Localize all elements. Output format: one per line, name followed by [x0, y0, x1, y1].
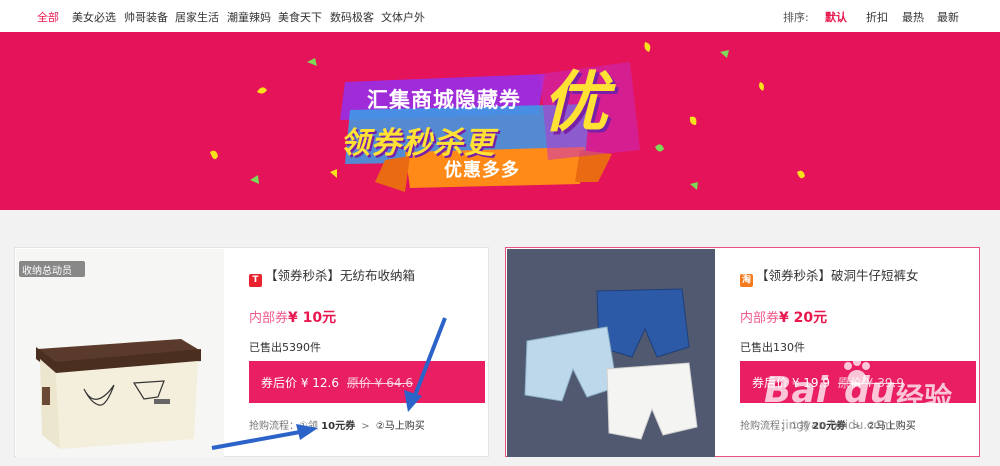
product-info: 淘【领券秒杀】破洞牛仔短裤女 内部券¥ 20元 已售出130件 券后价 ¥ 19… [740, 248, 980, 456]
flow-label: 抢购流程： [249, 421, 299, 432]
product-title[interactable]: 【领券秒杀】无纺布收纳箱 [265, 268, 415, 283]
product-card[interactable]: 收纳总动员 T 【领券秒杀】无纺布收纳箱 内部券¥ 10元 已售出5390件 券后… [14, 247, 489, 457]
promo-banner[interactable]: 汇集商城隐藏券 领券秒杀更 优 优惠多多 [0, 32, 1000, 210]
category-men[interactable]: 帅哥装备 [124, 9, 168, 25]
banner-line1: 汇集商城隐藏券 [367, 88, 521, 112]
step1-prefix: ①领 [299, 421, 318, 432]
after-coupon-price: 券后价 ¥ 12.6 [261, 376, 339, 390]
product-info: T 【领券秒杀】无纺布收纳箱 内部券¥ 10元 已售出5390件 券后价 ¥ 12… [249, 248, 489, 456]
taobao-icon: 淘 [740, 274, 753, 287]
sold-count: 已售出5390件 [249, 341, 321, 354]
sort-newest[interactable]: 最新 [937, 9, 959, 25]
get-coupon-step[interactable]: ①领 20元券 [790, 421, 846, 432]
coupon-label: 内部券 [249, 311, 289, 326]
top-nav: 全部 美女必选 帅哥装备 居家生活 潮童辣妈 美食天下 数码极客 文体户外 排序… [0, 0, 1000, 32]
buy-now-step[interactable]: ②马上购买 [867, 421, 916, 432]
original-price: 原价 ¥ 64.6 [346, 376, 413, 390]
chevron-right-icon: > [361, 421, 370, 432]
image-tag: 收纳总动员 [22, 266, 72, 277]
category-all[interactable]: 全部 [37, 9, 59, 25]
banner-big-char: 优 [542, 64, 608, 141]
coupon-line: 内部券¥ 20元 [740, 307, 827, 327]
coupon-label: 内部券 [740, 311, 780, 326]
banner-art [210, 42, 805, 192]
category-sports[interactable]: 文体户外 [381, 9, 425, 25]
sort-hot[interactable]: 最热 [902, 9, 924, 25]
coupon-value: ¥ 10元 [288, 310, 337, 326]
buy-now-step[interactable]: ②马上购买 [376, 421, 425, 432]
category-kids-mom[interactable]: 潮童辣妈 [227, 9, 271, 25]
coupon-value: ¥ 20元 [779, 310, 828, 326]
storage-box-illustration [16, 249, 224, 457]
category-home[interactable]: 居家生活 [175, 9, 219, 25]
category-digital[interactable]: 数码极客 [330, 9, 374, 25]
buy-price-bar[interactable]: 券后价 ¥ 12.6 原价 ¥ 64.6 [249, 361, 485, 403]
original-price: 原价 ¥ 39.9 [837, 376, 904, 390]
banner-ribbon-text: 优惠多多 [444, 160, 520, 181]
product-title[interactable]: 【领券秒杀】破洞牛仔短裤女 [756, 268, 919, 283]
buy-price-bar[interactable]: 券后价 ¥ 19.9 原价 ¥ 39.9 [740, 361, 976, 403]
product-card[interactable]: 淘【领券秒杀】破洞牛仔短裤女 内部券¥ 20元 已售出130件 券后价 ¥ 19… [505, 247, 980, 457]
product-image[interactable]: 收纳总动员 [16, 249, 224, 457]
coupon-line: 内部券¥ 10元 [249, 307, 336, 327]
purchase-flow: 抢购流程：①领 20元券 > ②马上购买 [740, 417, 916, 432]
flow-label: 抢购流程： [740, 421, 790, 432]
sold-count: 已售出130件 [740, 341, 805, 354]
sort-discount[interactable]: 折扣 [866, 9, 888, 25]
denim-shorts-illustration [507, 249, 715, 457]
get-coupon-step[interactable]: ①领 10元券 [299, 421, 355, 432]
after-coupon-price: 券后价 ¥ 19.9 [752, 376, 830, 390]
step1-amount: 20元券 [812, 421, 847, 432]
product-image[interactable] [507, 249, 715, 457]
sort-default[interactable]: 默认 [825, 9, 847, 25]
sort-label: 排序: [783, 11, 809, 24]
product-title-row[interactable]: 淘【领券秒杀】破洞牛仔短裤女 [740, 265, 980, 287]
tmall-icon: T [249, 274, 262, 287]
purchase-flow: 抢购流程：①领 10元券 > ②马上购买 [249, 417, 425, 432]
chevron-right-icon: > [852, 421, 861, 432]
product-title-row[interactable]: T 【领券秒杀】无纺布收纳箱 [249, 265, 489, 287]
step1-prefix: ①领 [790, 421, 809, 432]
category-food[interactable]: 美食天下 [278, 9, 322, 25]
category-women[interactable]: 美女必选 [72, 9, 116, 25]
step1-amount: 10元券 [321, 421, 356, 432]
